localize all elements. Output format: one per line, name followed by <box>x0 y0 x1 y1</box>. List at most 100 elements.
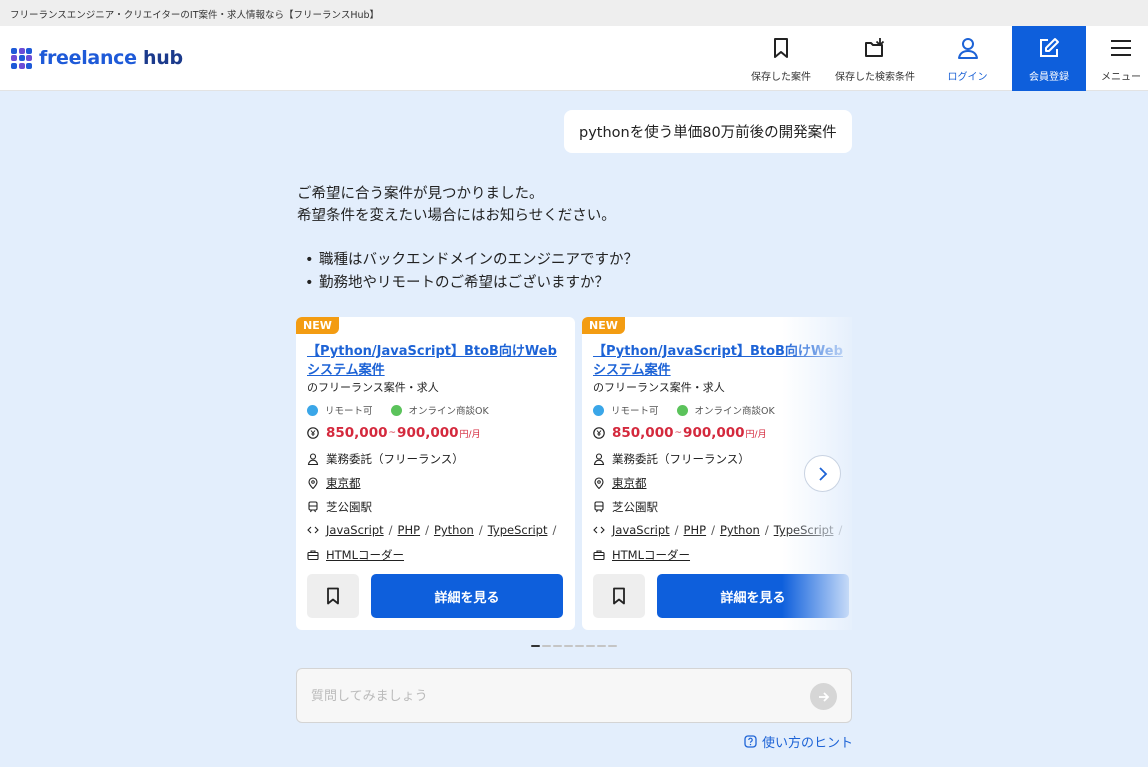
edit-icon <box>1040 38 1059 57</box>
pagination-dot[interactable] <box>564 645 573 647</box>
job-title-link[interactable]: 【Python/JavaScript】BtoB向けWebシステム案件 <box>307 342 569 380</box>
send-button[interactable] <box>810 683 837 710</box>
map-pin-icon <box>593 477 605 489</box>
pagination-dot[interactable] <box>553 645 562 647</box>
carousel-pagination <box>531 645 619 647</box>
person-icon <box>593 453 605 465</box>
question-input[interactable] <box>311 686 791 706</box>
skill-link[interactable]: PHP <box>684 523 707 537</box>
logo[interactable]: freelance hub <box>11 46 183 70</box>
page-title-bar: フリーランスエンジニア・クリエイターのIT案件・求人情報なら【フリーランスHub… <box>0 0 1148 26</box>
usage-hint-label: 使い方のヒント <box>762 736 854 751</box>
job-type: HTMLコーダー <box>593 547 690 563</box>
remote-icon <box>307 404 318 416</box>
user-message-bubble: pythonを使う単価80万前後の開発案件 <box>564 110 852 153</box>
help-icon <box>744 735 757 748</box>
new-badge: NEW <box>296 317 339 334</box>
tag-online: オンライン商談OK <box>390 403 489 417</box>
job-subtitle: のフリーランス案件・求人 <box>593 381 725 394</box>
job-contract: 業務委託（フリーランス） <box>593 451 750 467</box>
save-job-button[interactable] <box>593 574 645 618</box>
location-link[interactable]: 東京都 <box>612 475 647 491</box>
nav-login[interactable]: ログイン <box>940 26 995 91</box>
job-location: 東京都 <box>307 475 361 491</box>
pagination-dot[interactable] <box>542 645 551 647</box>
skill-link[interactable]: PHP <box>398 523 421 537</box>
pagination-dot[interactable] <box>531 645 540 647</box>
new-badge: NEW <box>582 317 625 334</box>
view-details-button[interactable]: 詳細を見る <box>657 574 849 618</box>
map-pin-icon <box>307 477 319 489</box>
pagination-dot[interactable] <box>597 645 606 647</box>
job-type: HTMLコーダー <box>307 547 404 563</box>
logo-text: freelance hub <box>39 47 183 69</box>
job-carousel: NEW 【Python/JavaScript】BtoB向けWebシステム案件 の… <box>296 317 852 631</box>
nav-menu-label: メニュー <box>1101 72 1141 83</box>
job-price: 850,000 ~900,000 円/月 <box>307 425 482 441</box>
view-details-button[interactable]: 詳細を見る <box>371 574 563 618</box>
tag-remote: リモート可 <box>593 403 659 417</box>
online-icon <box>390 404 402 416</box>
code-icon <box>593 524 605 536</box>
nav-saved-search-label: 保存した検索条件 <box>835 72 915 83</box>
job-contract: 業務委託（フリーランス） <box>307 451 464 467</box>
skill-link[interactable]: TypeScript <box>774 523 834 537</box>
job-subtitle: のフリーランス案件・求人 <box>307 381 439 394</box>
tag-online: オンライン商談OK <box>676 403 775 417</box>
question-item: 勤務地やリモートのご希望はございますか？ <box>297 272 857 295</box>
question-box <box>296 668 852 723</box>
bookmark-icon <box>774 38 788 58</box>
job-location: 東京都 <box>593 475 647 491</box>
job-title-link[interactable]: 【Python/JavaScript】BtoB向けWebシステム案件 <box>593 342 852 380</box>
job-type-link[interactable]: HTMLコーダー <box>326 547 404 563</box>
skill-link[interactable]: JavaScript <box>326 523 384 537</box>
train-icon <box>307 501 319 513</box>
carousel-next-button[interactable] <box>804 455 841 492</box>
save-job-button[interactable] <box>307 574 359 618</box>
skill-link[interactable]: Python <box>720 523 760 537</box>
pagination-dot[interactable] <box>575 645 584 647</box>
nav-register-label: 会員登録 <box>1029 72 1069 83</box>
job-station: 芝公園駅 <box>307 499 372 515</box>
reply-line: 希望条件を変えたい場合にはお知らせください。 <box>297 208 616 224</box>
online-icon <box>676 404 688 416</box>
job-tags: リモート可 オンライン商談OK <box>593 403 793 417</box>
job-card: NEW 【Python/JavaScript】BtoB向けWebシステム案件 の… <box>296 317 575 630</box>
nav-login-label: ログイン <box>947 72 988 83</box>
pagination-dot[interactable] <box>586 645 595 647</box>
tag-remote: リモート可 <box>307 403 373 417</box>
nav-saved-jobs-label: 保存した案件 <box>751 72 811 83</box>
job-price: 850,000 ~900,000 円/月 <box>593 425 768 441</box>
person-icon <box>307 453 319 465</box>
briefcase-icon <box>307 549 319 561</box>
location-link[interactable]: 東京都 <box>326 475 361 491</box>
skill-link[interactable]: Python <box>434 523 474 537</box>
question-list: 職種はバックエンドメインのエンジニアですか？ 勤務地やリモートのご希望はございま… <box>297 249 857 295</box>
skill-link[interactable]: JavaScript <box>612 523 670 537</box>
briefcase-icon <box>593 549 605 561</box>
job-tags: リモート可 オンライン商談OK <box>307 403 507 417</box>
bookmark-icon <box>327 587 339 605</box>
code-icon <box>307 524 319 536</box>
job-type-link[interactable]: HTMLコーダー <box>612 547 690 563</box>
nav-menu[interactable]: メニュー <box>1097 26 1145 91</box>
chevron-right-icon <box>818 466 827 481</box>
question-item: 職種はバックエンドメインのエンジニアですか？ <box>297 249 857 272</box>
site-header: freelance hub 保存した案件 保存した検索条件 ログイン 会員登録 … <box>0 26 1148 91</box>
logo-mark-icon <box>11 47 32 69</box>
job-station: 芝公園駅 <box>593 499 658 515</box>
nav-register-button[interactable]: 会員登録 <box>1012 26 1086 91</box>
yen-icon <box>307 427 319 439</box>
usage-hint-link[interactable]: 使い方のヒント <box>744 732 853 751</box>
user-icon <box>957 38 978 59</box>
skill-link[interactable]: TypeScript <box>488 523 548 537</box>
bookmark-icon <box>613 587 625 605</box>
job-skills: JavaScript / PHP / Python / TypeScript / <box>593 523 847 537</box>
saved-search-icon <box>865 38 885 57</box>
arrow-right-icon <box>818 691 829 702</box>
job-skills: JavaScript / PHP / Python / TypeScript / <box>307 523 561 537</box>
pagination-dot[interactable] <box>608 645 617 647</box>
train-icon <box>593 501 605 513</box>
nav-saved-search[interactable]: 保存した検索条件 <box>830 26 920 91</box>
nav-saved-jobs[interactable]: 保存した案件 <box>745 26 817 91</box>
